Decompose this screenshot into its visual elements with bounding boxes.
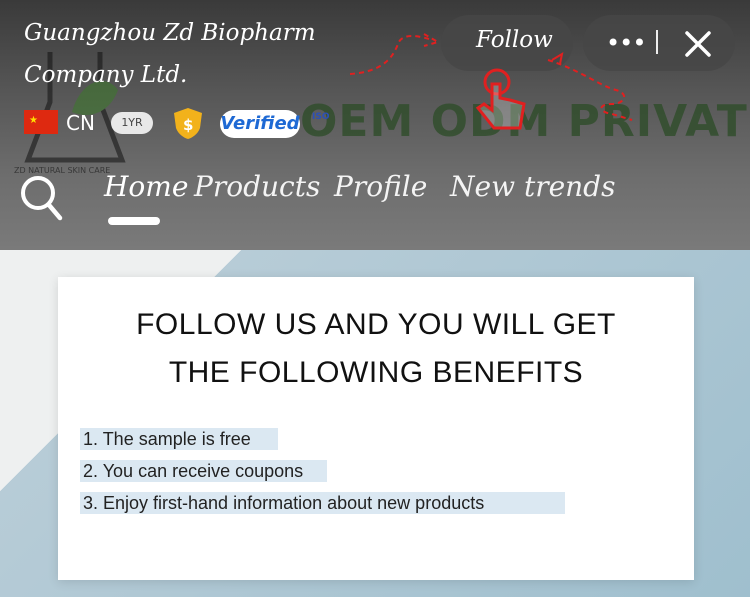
background-brand-text: OEM ODM PRIVATE LABEL [300, 96, 750, 147]
svg-text:$: $ [183, 116, 193, 134]
search-icon[interactable] [18, 172, 64, 222]
close-icon[interactable] [684, 30, 712, 58]
nav-new-trends[interactable]: New trends [450, 170, 615, 203]
gold-shield-icon: $ [174, 108, 202, 139]
verified-badge: Verified [220, 110, 300, 138]
iso-label: ISO [312, 112, 330, 122]
benefit-item-2: 2. You can receive coupons [80, 460, 327, 482]
nav-home[interactable]: Home [104, 170, 188, 203]
nav-products[interactable]: Products [194, 170, 320, 203]
benefits-card: FOLLOW US AND YOU WILL GET THE FOLLOWING… [58, 277, 694, 580]
nav-profile[interactable]: Profile [334, 170, 427, 203]
follow-button-label[interactable]: Follow [476, 27, 553, 53]
more-icon[interactable]: ••• [606, 31, 646, 55]
svg-text:★: ★ [29, 115, 38, 126]
benefit-item-3: 3. Enjoy first-hand information about ne… [80, 492, 565, 514]
benefit-item-1: 1. The sample is free [80, 428, 278, 450]
capsule-divider [656, 30, 658, 54]
store-header: OEM ODM PRIVATE LABEL ZD NATURAL SKIN CA… [0, 0, 750, 250]
company-name: Guangzhou Zd Biopharm Company Ltd. [24, 20, 316, 88]
china-flag-icon: ★ [24, 110, 58, 134]
benefits-title-line1: FOLLOW US AND YOU WILL GET [136, 308, 616, 341]
years-badge: 1YR [111, 112, 153, 134]
active-tab-indicator [108, 217, 160, 225]
benefits-title: FOLLOW US AND YOU WILL GET THE FOLLOWING… [58, 301, 694, 397]
country-code: CN [66, 111, 95, 135]
benefits-title-line2: THE FOLLOWING BENEFITS [168, 356, 584, 389]
